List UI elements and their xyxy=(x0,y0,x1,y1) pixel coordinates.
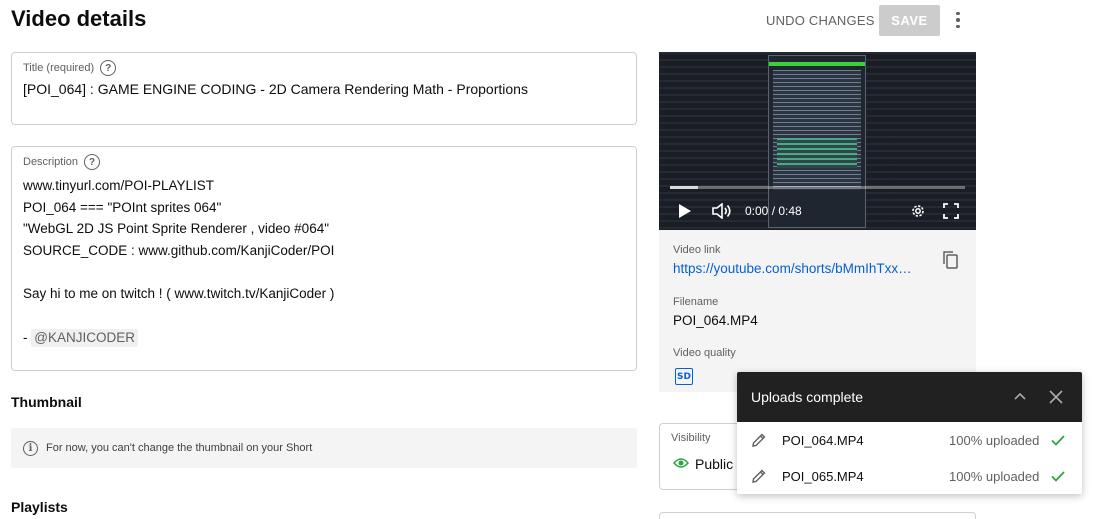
filename-value: POI_064.MP4 xyxy=(673,313,758,328)
title-label-text: Title (required) xyxy=(23,62,95,74)
description-field[interactable]: Description ? www.tinyurl.com/POI-PLAYLI… xyxy=(11,146,637,371)
description-line: "WebGL 2D JS Point Sprite Renderer , vid… xyxy=(23,221,329,237)
description-label: Description ? xyxy=(23,154,101,170)
eye-icon xyxy=(673,456,689,472)
title-input[interactable]: [POI_064] : GAME ENGINE CODING - 2D Came… xyxy=(23,81,528,97)
description-line: www.tinyurl.com/POI-PLAYLIST xyxy=(23,178,215,193)
upload-status: 100% uploaded xyxy=(949,468,1040,484)
visibility-label: Visibility xyxy=(671,432,711,444)
copy-icon[interactable] xyxy=(941,250,961,270)
chevron-up-icon[interactable] xyxy=(1012,389,1028,405)
video-player[interactable]: 0:00 / 0:48 xyxy=(659,52,976,230)
close-icon[interactable] xyxy=(1048,389,1064,405)
more-options-icon[interactable] xyxy=(948,8,968,32)
title-field[interactable]: Title (required) ? [POI_064] : GAME ENGI… xyxy=(11,52,637,125)
title-label: Title (required) ? xyxy=(23,60,117,76)
upload-filename: POI_064.MP4 xyxy=(782,432,864,448)
description-input[interactable]: www.tinyurl.com/POI-PLAYLIST POI_064 ===… xyxy=(23,175,334,349)
upload-filename: POI_065.MP4 xyxy=(782,468,864,484)
upload-row[interactable]: POI_065.MP4 100% uploaded xyxy=(737,458,1082,494)
video-info-panel: 0:00 / 0:48 Video link https://youtube.c… xyxy=(659,52,976,392)
description-line xyxy=(23,305,334,327)
video-time: 0:00 / 0:48 xyxy=(745,204,802,218)
visibility-value-text: Public xyxy=(695,456,734,472)
visibility-selector[interactable]: Visibility Public xyxy=(659,423,749,490)
video-quality-label: Video quality xyxy=(673,347,736,359)
video-progress-fill xyxy=(670,186,698,189)
volume-icon[interactable] xyxy=(711,201,733,221)
info-icon: i xyxy=(23,440,38,456)
description-line xyxy=(23,262,334,284)
help-icon[interactable]: ? xyxy=(100,60,117,76)
upload-status: 100% uploaded xyxy=(949,432,1040,448)
pencil-icon[interactable] xyxy=(751,468,767,484)
pencil-icon[interactable] xyxy=(751,432,767,448)
video-progress-bar[interactable] xyxy=(670,186,965,189)
undo-changes-button[interactable]: UNDO CHANGES xyxy=(758,5,883,36)
uploads-panel: Uploads complete POI_064.MP4 100% upload… xyxy=(737,372,1082,494)
play-icon[interactable] xyxy=(675,201,695,221)
dash-prefix: - xyxy=(23,329,32,345)
uploads-header: Uploads complete xyxy=(737,372,1082,422)
description-line: Say hi to me on twitch ! ( www.twitch.tv… xyxy=(23,286,335,302)
thumbnail-note-text: For now, you can't change the thumbnail … xyxy=(46,442,313,454)
description-line-mention: - @KANJICODER xyxy=(23,327,334,349)
video-link-label: Video link xyxy=(673,244,721,256)
settings-gear-icon[interactable] xyxy=(908,201,928,221)
fullscreen-icon[interactable] xyxy=(941,201,961,221)
description-line: POI_064 === "POInt sprites 064" xyxy=(23,199,222,215)
mention-chip[interactable]: @KANJICODER xyxy=(31,328,138,347)
check-icon xyxy=(1050,468,1066,484)
restrictions-box[interactable] xyxy=(659,512,976,519)
check-icon xyxy=(1050,432,1066,448)
save-button[interactable]: SAVE xyxy=(879,5,940,36)
upload-row[interactable]: POI_064.MP4 100% uploaded xyxy=(737,422,1082,458)
help-icon[interactable]: ? xyxy=(84,154,101,170)
uploads-title: Uploads complete xyxy=(751,389,864,405)
visibility-value: Public xyxy=(673,456,733,472)
video-link[interactable]: https://youtube.com/shorts/bMmIhTxxxxx xyxy=(673,261,918,276)
sd-quality-icon: SD xyxy=(675,368,693,385)
playlists-heading: Playlists xyxy=(11,499,68,515)
description-label-text: Description xyxy=(23,156,79,168)
thumbnail-heading: Thumbnail xyxy=(11,394,82,410)
thumbnail-note: i For now, you can't change the thumbnai… xyxy=(11,428,637,468)
page-title: Video details xyxy=(11,6,147,31)
description-line: SOURCE_CODE : www.github.com/KanjiCoder/… xyxy=(23,243,335,259)
filename-label: Filename xyxy=(673,296,719,308)
